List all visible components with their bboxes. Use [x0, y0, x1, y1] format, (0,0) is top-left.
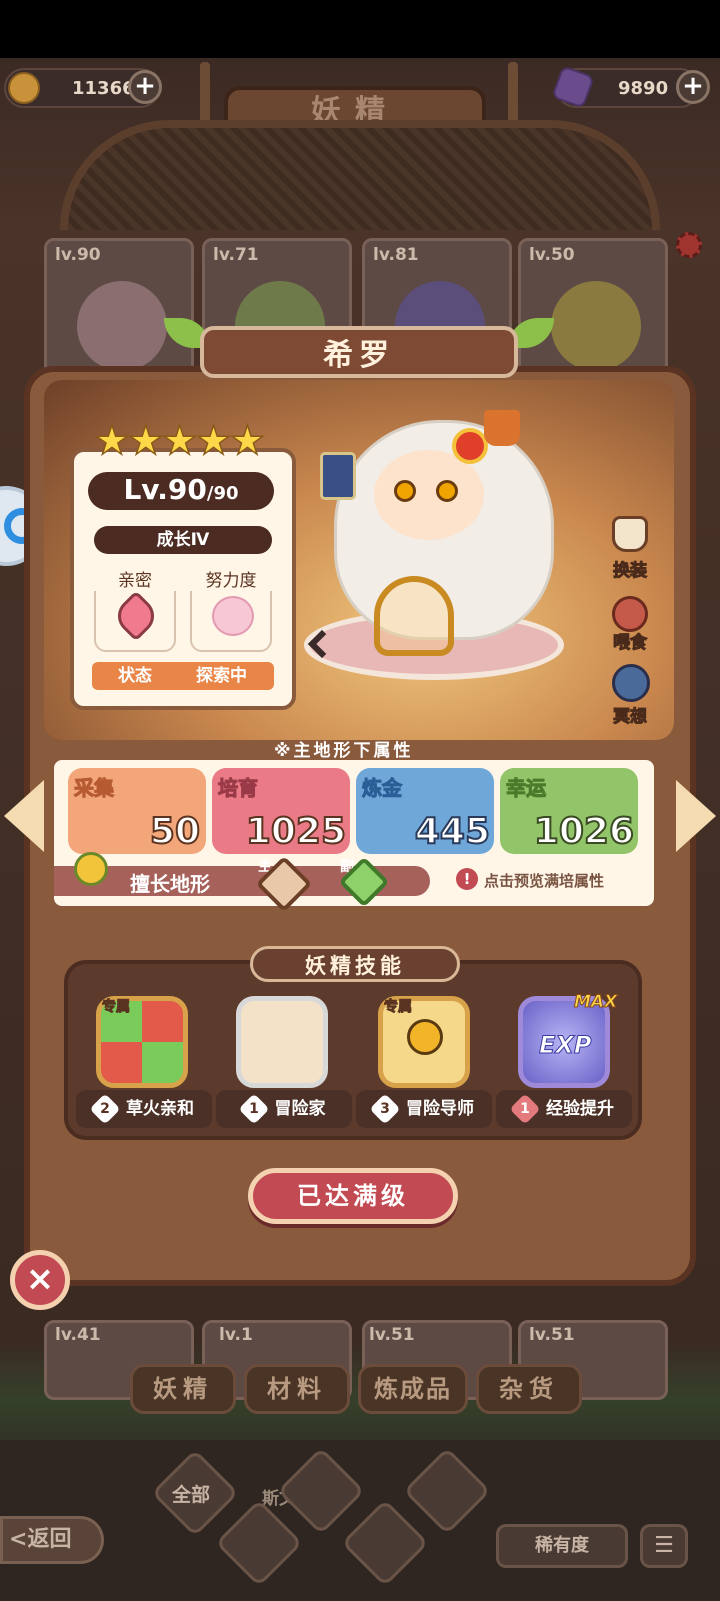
- sort-order-icon[interactable]: ☰: [640, 1524, 688, 1568]
- gem-amount: 9890: [618, 78, 669, 99]
- stat-label: 幸运: [506, 776, 547, 801]
- stat-value: 445: [414, 810, 491, 853]
- tarot-card-icon: [320, 452, 356, 500]
- fairy-level: lv.71: [213, 245, 259, 265]
- meditate-button[interactable]: 冥想: [598, 664, 662, 728]
- tab-goods[interactable]: 杂货: [476, 1364, 582, 1414]
- fairy-level: lv.51: [529, 1325, 575, 1345]
- tab-crafted[interactable]: 炼成品: [358, 1364, 468, 1414]
- max-level-button[interactable]: 已达满级: [248, 1168, 458, 1224]
- coin-amount: 11366: [72, 78, 135, 99]
- fairy-level: lv.81: [373, 245, 419, 265]
- level-max: /90: [206, 483, 239, 504]
- fairy-level: lv.1: [219, 1325, 253, 1345]
- coin-icon: [8, 72, 40, 104]
- stat-label: 炼金: [362, 776, 403, 801]
- roof-arch: [60, 120, 660, 230]
- stat-alchemy: 炼金 445: [356, 768, 494, 854]
- filter-bar: [0, 1440, 720, 1601]
- golden-lantern: [374, 576, 454, 656]
- sprout-icon: [74, 852, 108, 886]
- terrain-label: 擅长地形: [130, 872, 210, 896]
- skill-label-adventurer: 1 冒险家: [216, 1090, 352, 1128]
- skill-max-tag: MAX: [573, 992, 618, 1013]
- fairy-card-4[interactable]: lv.50: [518, 238, 668, 378]
- meditate-icon: [612, 664, 650, 702]
- add-gems-button[interactable]: +: [676, 70, 710, 104]
- info-alert-icon: !: [456, 868, 478, 890]
- next-fairy-arrow[interactable]: [676, 780, 716, 852]
- fairy-level: lv.90: [55, 245, 101, 265]
- status-label: 状态: [118, 666, 152, 686]
- status-value: 探索中: [196, 666, 247, 686]
- character-eye-right: [436, 480, 458, 502]
- fairy-name: 希罗: [323, 338, 395, 373]
- skill-name: 冒险家: [274, 1099, 326, 1119]
- skill-rank: 1: [509, 1093, 541, 1125]
- stat-value: 50: [149, 810, 201, 853]
- stat-label: 采集: [74, 776, 115, 801]
- filter-all-label: 全部: [172, 1484, 211, 1506]
- dress-icon: [612, 516, 648, 552]
- settings-gear-icon[interactable]: [676, 232, 702, 258]
- skill-exclusive-tag: 专属: [102, 999, 131, 1016]
- effort-label: 努力度: [190, 566, 272, 591]
- skill-name: 冒险导师: [406, 1099, 474, 1119]
- skill-label-grass-fire: 2 草火亲和: [76, 1090, 212, 1128]
- skill-name: 草火亲和: [126, 1099, 194, 1119]
- bee-icon: [407, 1019, 443, 1055]
- dress-up-button[interactable]: 换装: [598, 516, 662, 582]
- feed-label: 喂食: [613, 633, 648, 654]
- back-chevron-icon: <: [9, 1527, 28, 1552]
- dress-up-label: 换装: [613, 561, 648, 582]
- fairy-card-1[interactable]: lv.90: [44, 238, 194, 378]
- skill-rank: 3: [369, 1093, 401, 1125]
- skill-rank: 1: [237, 1093, 270, 1125]
- skill-rank: 2: [89, 1093, 121, 1125]
- fairy-level: lv.50: [529, 245, 575, 265]
- character-eye-left: [394, 480, 416, 502]
- meditate-label: 冥想: [613, 707, 648, 728]
- prev-fairy-arrow[interactable]: [4, 780, 44, 852]
- blob-face-icon: [212, 596, 254, 636]
- flower-hairpin-icon: [452, 428, 488, 464]
- level-badge: Lv.90/90: [88, 472, 274, 510]
- stat-value: 1026: [533, 810, 635, 853]
- skill-label-mentor: 3 冒险导师: [356, 1090, 492, 1128]
- skill-icon-adventurer[interactable]: [236, 996, 328, 1088]
- stat-gather: 采集 50: [68, 768, 206, 854]
- exp-text: EXP: [539, 1031, 592, 1060]
- skill-exclusive-tag: 专属: [384, 999, 413, 1016]
- feed-button[interactable]: 喂食: [598, 596, 662, 660]
- stat-luck: 幸运 1026: [500, 768, 638, 854]
- stat-label: 培育: [218, 776, 259, 801]
- star-rating: ★★★★★: [93, 417, 266, 465]
- rarity-sort-button[interactable]: 稀有度: [496, 1524, 628, 1568]
- back-label: 返回: [27, 1527, 72, 1552]
- fairy-portrait: [551, 281, 641, 371]
- add-coins-button[interactable]: +: [128, 70, 162, 104]
- heart-icon: [110, 590, 162, 642]
- attribute-header: ※主地形下属性: [274, 741, 414, 761]
- stat-value: 1025: [245, 810, 347, 853]
- fairy-portrait: [77, 281, 167, 371]
- status-bar: 状态 探索中: [92, 662, 274, 690]
- meat-icon: [612, 596, 648, 632]
- tab-fairy[interactable]: 妖精: [130, 1364, 236, 1414]
- preview-hint-link[interactable]: 点击预览满培属性: [484, 870, 604, 891]
- fairy-level: lv.41: [55, 1325, 101, 1345]
- fairy-level: lv.51: [369, 1325, 415, 1345]
- intimacy-label: 亲密: [94, 566, 176, 591]
- growth-badge: 成长Ⅳ: [94, 526, 272, 554]
- potted-plant: [484, 410, 520, 446]
- tab-materials[interactable]: 材料: [244, 1364, 350, 1414]
- stat-cultivate: 培育 1025: [212, 768, 350, 854]
- level-value: Lv.90: [123, 473, 207, 506]
- skills-title: 妖精技能: [305, 954, 405, 978]
- back-button[interactable]: <返回: [0, 1516, 104, 1564]
- skill-name: 经验提升: [546, 1099, 614, 1119]
- close-button[interactable]: ×: [10, 1250, 70, 1310]
- skill-label-exp-boost: 1 经验提升: [496, 1090, 632, 1128]
